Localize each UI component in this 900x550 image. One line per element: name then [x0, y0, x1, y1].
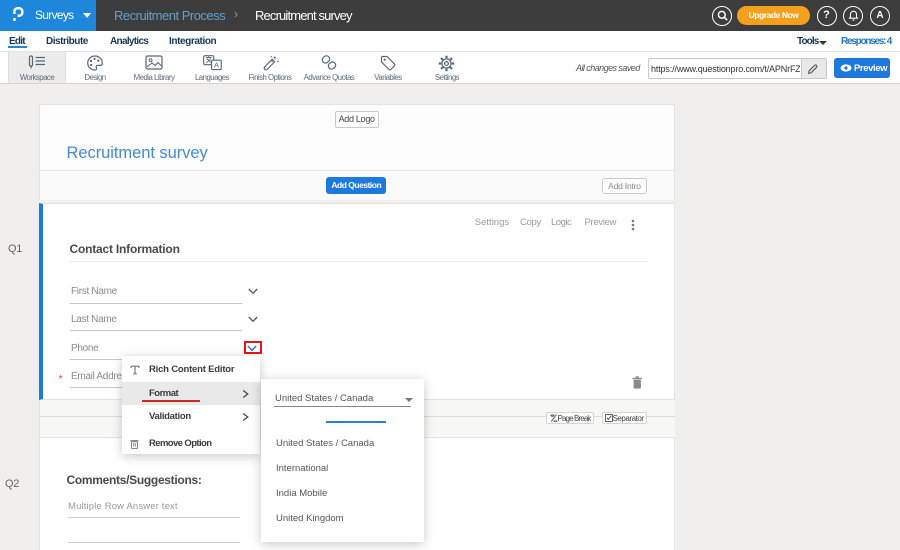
svg-text:A: A [214, 61, 219, 70]
